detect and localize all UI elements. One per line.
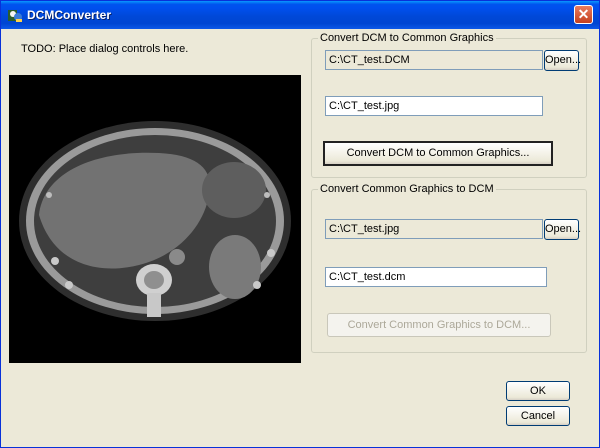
todo-label: TODO: Place dialog controls here. [21, 43, 189, 55]
app-icon [8, 10, 22, 22]
graphics-dest-path-field[interactable]: C:\CT_test.jpg [325, 96, 543, 116]
open-graphics-button[interactable]: Open... [544, 219, 581, 240]
dcm-source-path-field[interactable]: C:\CT_test.DCM [325, 50, 543, 70]
cancel-button[interactable]: Cancel [506, 406, 570, 426]
ok-button[interactable]: OK [506, 381, 570, 401]
graphics-source-path-field[interactable]: C:\CT_test.jpg [325, 219, 543, 239]
convert-dcm-button[interactable]: Convert DCM to Common Graphics... [323, 141, 553, 166]
group-label: Convert Common Graphics to DCM [318, 183, 496, 195]
open-dcm-button[interactable]: Open... [544, 50, 581, 71]
title-bar[interactable]: DCMConverter ✕ [1, 1, 599, 29]
close-button[interactable]: ✕ [574, 5, 593, 24]
convert-graphics-button[interactable]: Convert Common Graphics to DCM... [327, 313, 551, 337]
close-icon: ✕ [577, 6, 590, 22]
window-title: DCMConverter [27, 8, 112, 22]
group-label: Convert DCM to Common Graphics [318, 32, 496, 44]
dialog-window: DCMConverter ✕ TODO: Place dialog contro… [0, 0, 600, 448]
ct-scan-image [9, 75, 301, 363]
dcm-dest-path-field[interactable]: C:\CT_test.dcm [325, 267, 547, 287]
